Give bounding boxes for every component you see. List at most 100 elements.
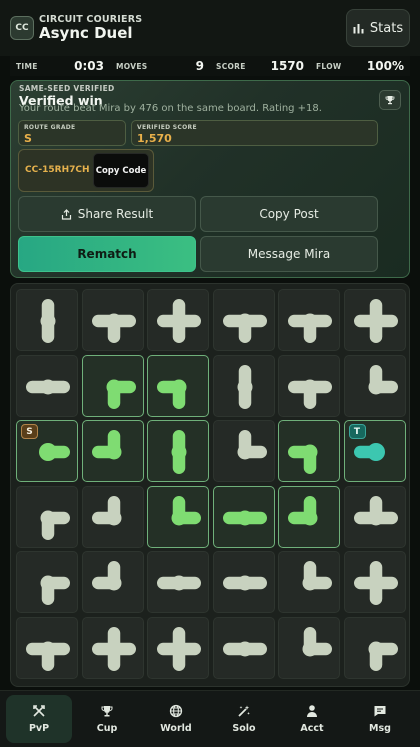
pipe-segment-icon [26, 641, 70, 671]
nav-account[interactable]: Acct [279, 695, 345, 743]
result-panel: SAME-SEED VERIFIED Verified win Your rou… [10, 80, 410, 278]
pipe-segment-icon [157, 575, 201, 591]
board-tile[interactable] [81, 551, 144, 613]
board-tile[interactable] [278, 551, 340, 613]
pipe-segment-icon [171, 495, 201, 525]
verified-score-label: VERIFIED SCORE [137, 124, 197, 131]
board-tile[interactable] [147, 551, 209, 613]
nav-label: World [160, 723, 192, 734]
board-tile[interactable] [212, 354, 275, 417]
board-tile[interactable] [278, 354, 340, 417]
match-code-box: CC-15RH7CH Copy Code [18, 149, 154, 192]
pipe-segment-icon [91, 313, 136, 343]
board-tile[interactable] [16, 551, 78, 613]
nav-label: Acct [300, 723, 324, 734]
wand-icon [238, 705, 250, 717]
pipe-segment-icon [302, 626, 332, 656]
pipe-segment-icon [91, 495, 121, 525]
result-subtitle: Your route beat Mira by 476 on the same … [19, 103, 322, 114]
pipe-segment-icon [157, 626, 201, 671]
board-tile[interactable] [147, 289, 209, 351]
pipe-segment-icon [237, 430, 267, 460]
pipe-segment-icon [106, 379, 136, 409]
board-tile[interactable] [16, 289, 78, 351]
trophy-icon [101, 706, 113, 717]
bar-chart-icon [353, 23, 364, 33]
pipe-segment-icon [353, 561, 398, 605]
nav-solo[interactable]: Solo [211, 695, 277, 743]
board-tile[interactable]: T [343, 420, 406, 482]
board-tile[interactable] [212, 485, 275, 548]
app-header: CC CIRCUIT COURIERS Async Duel Stats [0, 0, 420, 56]
pipe-segment-icon [40, 575, 70, 605]
copy-code-button[interactable]: Copy Code [93, 153, 149, 188]
board-tile[interactable] [147, 616, 209, 679]
pipe-segment-icon [157, 299, 201, 343]
board-tile[interactable] [212, 420, 275, 482]
board-tile[interactable] [16, 354, 78, 417]
board-tile[interactable] [147, 354, 209, 417]
pipe-segment-icon [222, 575, 267, 591]
nav-label: Msg [369, 723, 391, 734]
board-tile[interactable]: S [16, 420, 78, 482]
route-grade-box: ROUTE GRADE S [18, 120, 126, 146]
verified-score-value: 1,570 [137, 132, 172, 145]
board-tile[interactable] [81, 616, 144, 679]
board-tile[interactable] [212, 616, 275, 679]
nav-messages[interactable]: Msg [347, 695, 413, 743]
rematch-button[interactable]: Rematch [18, 236, 196, 272]
nav-pvp[interactable]: PvP [6, 695, 72, 743]
hud-value: 9 [195, 59, 204, 73]
hud-value: 0:03 [74, 59, 104, 73]
hud-bar: TIME 0:03 MOVES 9 SCORE 1570 FLOW 100% [10, 56, 410, 76]
board-tile[interactable] [81, 289, 144, 351]
board-tile[interactable] [16, 485, 78, 548]
copy-post-button[interactable]: Copy Post [200, 196, 378, 232]
board-tile[interactable] [343, 616, 406, 679]
board-tile[interactable] [278, 485, 340, 548]
board-tile[interactable] [343, 485, 406, 548]
hud-label: TIME [16, 61, 38, 71]
trophy-button[interactable] [379, 90, 401, 110]
pipe-segment-icon [288, 444, 318, 474]
page-title: Async Duel [39, 24, 133, 42]
message-opponent-button[interactable]: Message Mira [200, 236, 378, 272]
nav-label: PvP [28, 723, 50, 734]
nav-world[interactable]: World [143, 695, 209, 743]
hud-score: SCORE 1570 [210, 56, 310, 76]
board-tile[interactable] [212, 551, 275, 613]
bottom-nav: PvP Cup World Solo Acct Msg [0, 690, 420, 747]
hud-value: 1570 [270, 59, 304, 73]
board-tile[interactable] [16, 616, 78, 679]
pipe-segment-icon [222, 313, 267, 343]
board-tile[interactable] [343, 289, 406, 351]
nav-label: Solo [232, 723, 256, 734]
globe-icon [169, 704, 183, 718]
puzzle-board: ST [10, 283, 410, 687]
board-tile[interactable] [147, 485, 209, 548]
board-tile[interactable] [343, 354, 406, 417]
hud-value: 100% [366, 59, 404, 73]
board-tile[interactable] [278, 616, 340, 679]
result-kicker: SAME-SEED VERIFIED [19, 84, 115, 93]
nav-cup[interactable]: Cup [74, 695, 140, 743]
person-icon [307, 705, 317, 717]
pipe-segment-icon [353, 495, 398, 525]
board-tile[interactable] [81, 485, 144, 548]
board-tile[interactable] [343, 551, 406, 613]
board-tile[interactable] [278, 289, 340, 351]
pipe-segment-icon [91, 430, 121, 460]
board-tile[interactable] [212, 289, 275, 351]
board-tile[interactable] [147, 420, 209, 482]
stats-label: Stats [369, 20, 404, 36]
stats-button[interactable]: Stats [346, 9, 410, 47]
nav-label: Cup [96, 723, 118, 734]
copy-post-label: Copy Post [259, 207, 319, 221]
board-tile[interactable] [81, 354, 144, 417]
board-tile[interactable] [278, 420, 340, 482]
share-result-button[interactable]: Share Result [18, 196, 196, 232]
share-result-label: Share Result [77, 207, 154, 221]
board-tile[interactable] [81, 420, 144, 482]
start-marker: S [21, 424, 38, 439]
route-grade-value: S [24, 132, 32, 145]
